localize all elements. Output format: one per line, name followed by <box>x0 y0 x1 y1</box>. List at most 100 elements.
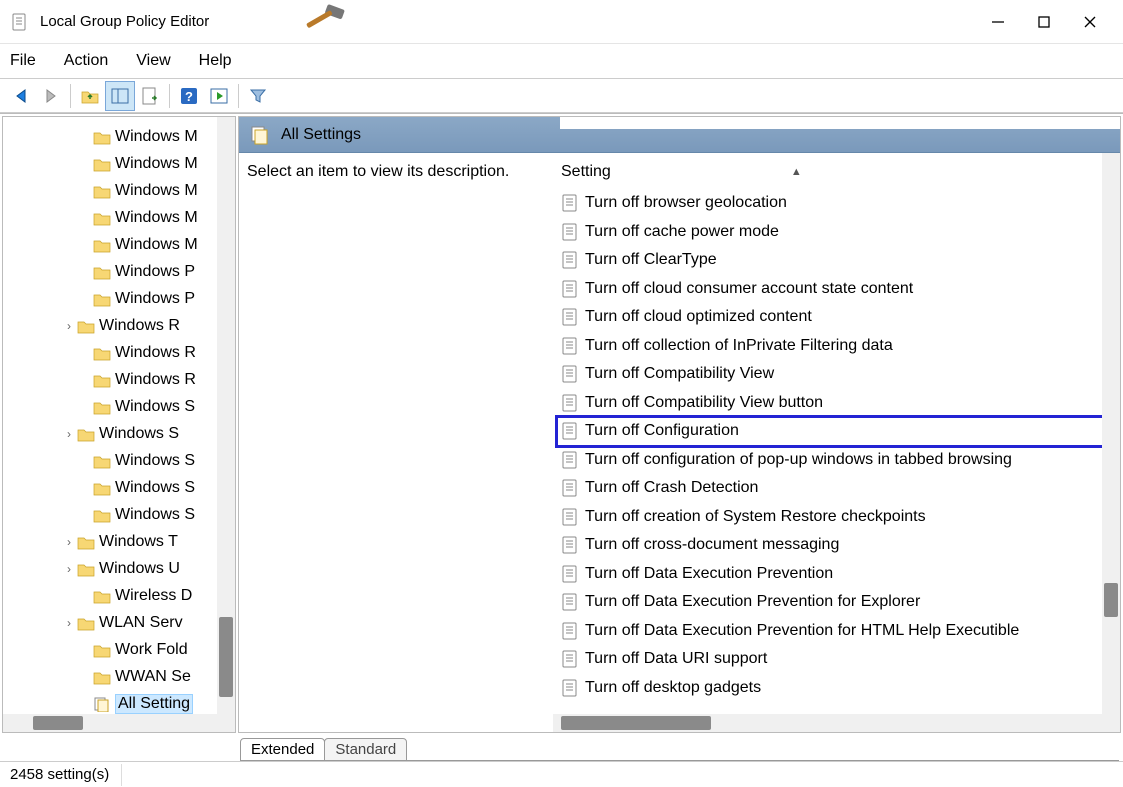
right-vertical-scrollbar[interactable] <box>1102 153 1120 732</box>
setting-item[interactable]: Turn off desktop gadgets <box>561 674 1120 703</box>
tree-item[interactable]: › Windows S <box>5 420 235 447</box>
details-header-title: All Settings <box>281 126 361 144</box>
setting-item[interactable]: Turn off Data Execution Prevention for H… <box>561 617 1120 646</box>
tree-item-label: WLAN Serv <box>99 614 183 632</box>
folder-icon <box>93 210 111 226</box>
tree-item[interactable]: WWAN Se <box>5 663 235 690</box>
folder-icon <box>93 156 111 172</box>
setting-label: Turn off Data Execution Prevention <box>585 565 833 583</box>
setting-item[interactable]: Turn off browser geolocation <box>561 189 1120 218</box>
tree-item[interactable]: Windows M <box>5 177 235 204</box>
tree-item[interactable]: Windows P <box>5 285 235 312</box>
tree-item-label: Work Fold <box>115 641 188 659</box>
setting-item[interactable]: Turn off Compatibility View button <box>561 389 1120 418</box>
expander-placeholder <box>77 237 93 253</box>
setting-item[interactable]: Turn off configuration of pop-up windows… <box>561 446 1120 475</box>
policy-icon <box>561 251 579 269</box>
setting-item[interactable]: Turn off Data URI support <box>561 645 1120 674</box>
up-one-level-button[interactable] <box>75 81 105 111</box>
tree-item[interactable]: Windows S <box>5 393 235 420</box>
policy-options-button[interactable] <box>204 81 234 111</box>
tree-item-label: Windows S <box>115 452 195 470</box>
menu-view[interactable]: View <box>136 52 170 70</box>
setting-column-header[interactable]: Setting ▲ <box>561 159 1120 185</box>
tree[interactable]: Windows MWindows MWindows MWindows MWind… <box>3 117 235 732</box>
filter-button[interactable] <box>243 81 273 111</box>
tree-item[interactable]: Windows M <box>5 231 235 258</box>
folder-icon <box>93 183 111 199</box>
tree-item[interactable]: Windows M <box>5 123 235 150</box>
tree-item[interactable]: › Windows U <box>5 555 235 582</box>
toolbar: ? <box>0 79 1123 113</box>
expander-icon[interactable]: › <box>61 426 77 442</box>
folder-icon <box>93 129 111 145</box>
help-button[interactable]: ? <box>174 81 204 111</box>
tree-item[interactable]: ›Windows R <box>5 312 235 339</box>
tree-item[interactable]: Windows P <box>5 258 235 285</box>
setting-item[interactable]: Turn off ClearType <box>561 246 1120 275</box>
setting-item[interactable]: Turn off collection of InPrivate Filteri… <box>561 332 1120 361</box>
setting-item[interactable]: Turn off Crash Detection <box>561 474 1120 503</box>
setting-item[interactable]: Turn off Configuration <box>557 417 1120 446</box>
tree-item-label: Windows S <box>99 425 179 443</box>
expander-placeholder <box>77 480 93 496</box>
forward-button[interactable] <box>36 81 66 111</box>
show-hide-tree-button[interactable] <box>105 81 135 111</box>
settings-list[interactable]: Setting ▲ Turn off browser geolocation Tu… <box>553 153 1120 714</box>
description-column: Select an item to view its description. <box>239 153 553 714</box>
minimize-button[interactable] <box>975 0 1021 44</box>
policy-icon <box>561 280 579 298</box>
setting-item[interactable]: Turn off cache power mode <box>561 218 1120 247</box>
close-button[interactable] <box>1067 0 1113 44</box>
tree-item[interactable]: ›Windows T <box>5 528 235 555</box>
setting-label: Turn off cache power mode <box>585 223 779 241</box>
setting-item[interactable]: Turn off cloud optimized content <box>561 303 1120 332</box>
expander-icon[interactable]: › <box>61 615 77 631</box>
policy-icon <box>561 365 579 383</box>
tree-item-label: Windows M <box>115 155 198 173</box>
right-horizontal-scrollbar[interactable] <box>553 714 1102 732</box>
settings-collection-icon <box>249 124 271 146</box>
tree-item[interactable]: Windows S <box>5 501 235 528</box>
tree-item[interactable]: Windows R <box>5 339 235 366</box>
expander-placeholder <box>77 129 93 145</box>
setting-item[interactable]: Turn off cross-document messaging <box>561 531 1120 560</box>
tree-item[interactable]: › WLAN Serv <box>5 609 235 636</box>
tree-item[interactable]: Windows M <box>5 204 235 231</box>
maximize-button[interactable] <box>1021 0 1067 44</box>
tree-item[interactable]: All Setting <box>5 690 235 717</box>
setting-item[interactable]: Turn off creation of System Restore chec… <box>561 503 1120 532</box>
left-vertical-scrollbar[interactable] <box>217 117 235 732</box>
menu-action[interactable]: Action <box>64 52 108 70</box>
folder-icon <box>93 399 111 415</box>
tree-item[interactable]: Windows S <box>5 474 235 501</box>
folder-icon <box>77 318 95 334</box>
left-horizontal-scrollbar[interactable] <box>3 714 217 732</box>
menu-file[interactable]: File <box>10 52 36 70</box>
setting-item[interactable]: Turn off cloud consumer account state co… <box>561 275 1120 304</box>
setting-label: Turn off cloud consumer account state co… <box>585 280 913 298</box>
setting-item[interactable]: Turn off Compatibility View <box>561 360 1120 389</box>
back-button[interactable] <box>6 81 36 111</box>
policy-icon <box>561 536 579 554</box>
export-list-button[interactable] <box>135 81 165 111</box>
folder-icon <box>93 507 111 523</box>
tree-item[interactable]: Wireless D <box>5 582 235 609</box>
expander-icon[interactable]: › <box>61 534 77 550</box>
tree-item-label: Windows U <box>99 560 180 578</box>
tree-item[interactable]: Windows R <box>5 366 235 393</box>
status-text: 2458 setting(s) <box>6 764 122 786</box>
tree-item[interactable]: Work Fold <box>5 636 235 663</box>
tree-item[interactable]: Windows M <box>5 150 235 177</box>
svg-text:?: ? <box>185 89 193 104</box>
setting-item[interactable]: Turn off Data Execution Prevention for E… <box>561 588 1120 617</box>
expander-placeholder <box>77 372 93 388</box>
expander-icon[interactable]: › <box>61 318 77 334</box>
tree-item[interactable]: Windows S <box>5 447 235 474</box>
expander-icon[interactable]: › <box>61 561 77 577</box>
setting-item[interactable]: Turn off Data Execution Prevention <box>561 560 1120 589</box>
menu-help[interactable]: Help <box>199 52 232 70</box>
tab-extended[interactable]: Extended <box>240 738 325 761</box>
expander-placeholder <box>77 156 93 172</box>
tab-standard[interactable]: Standard <box>324 738 407 761</box>
